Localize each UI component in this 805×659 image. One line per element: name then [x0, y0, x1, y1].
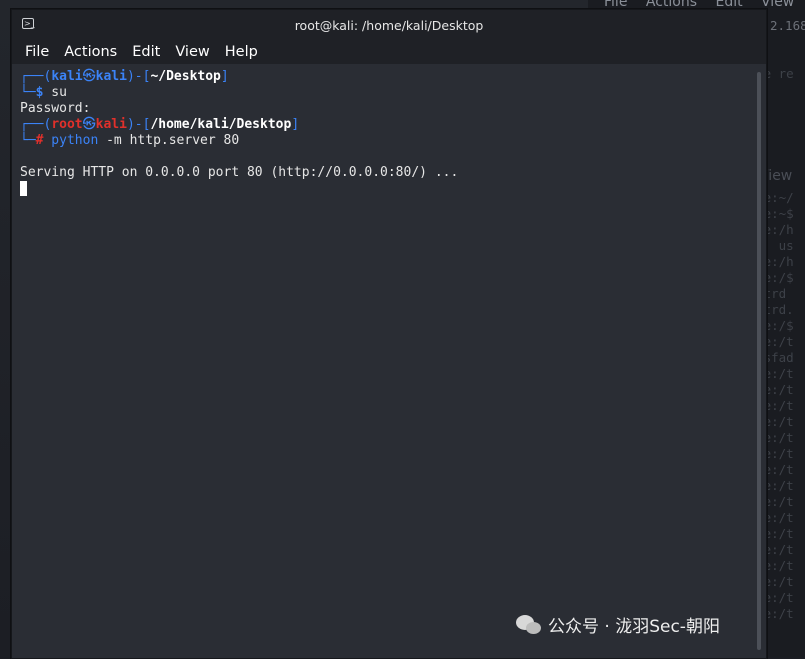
terminal-window[interactable]: >_ root@kali: /home/kali/Desktop File Ac… — [11, 9, 767, 659]
password-line: Password: — [20, 101, 91, 116]
menu-edit[interactable]: Edit — [132, 44, 160, 60]
background-terminal-title: 2.168 — [770, 18, 805, 33]
command-line-2: └─# python -m http.server 80 — [20, 133, 240, 148]
cursor-line[interactable] — [20, 181, 750, 197]
command-line-1: └─$ su — [20, 85, 67, 100]
watermark-text: 公众号 · 泷羽Sec-朝阳 — [548, 617, 720, 637]
watermark: 公众号 · 泷羽Sec-朝阳 — [516, 612, 720, 637]
prompt-line-1: ┌──(kali㉿kali)-[~/Desktop] — [20, 69, 229, 84]
prompt-line-2: ┌──(root㉿kali)-[/home/kali/Desktop] — [20, 117, 300, 132]
menu-actions[interactable]: Actions — [64, 44, 117, 60]
wechat-icon — [516, 614, 542, 636]
menu-file[interactable]: File — [25, 44, 49, 60]
menu-view[interactable]: View — [175, 44, 209, 60]
scrollbar[interactable] — [757, 72, 761, 650]
text-cursor — [20, 181, 27, 196]
window-title: root@kali: /home/kali/Desktop — [294, 18, 484, 33]
server-output: Serving HTTP on 0.0.0.0 port 80 (http://… — [20, 165, 459, 180]
menu-bar: File Actions Edit View Help — [12, 40, 766, 64]
title-bar: >_ root@kali: /home/kali/Desktop — [12, 10, 766, 40]
terminal-output[interactable]: ┌──(kali㉿kali)-[~/Desktop] └─$ su Password… — [12, 68, 750, 658]
menu-help[interactable]: Help — [225, 44, 258, 60]
